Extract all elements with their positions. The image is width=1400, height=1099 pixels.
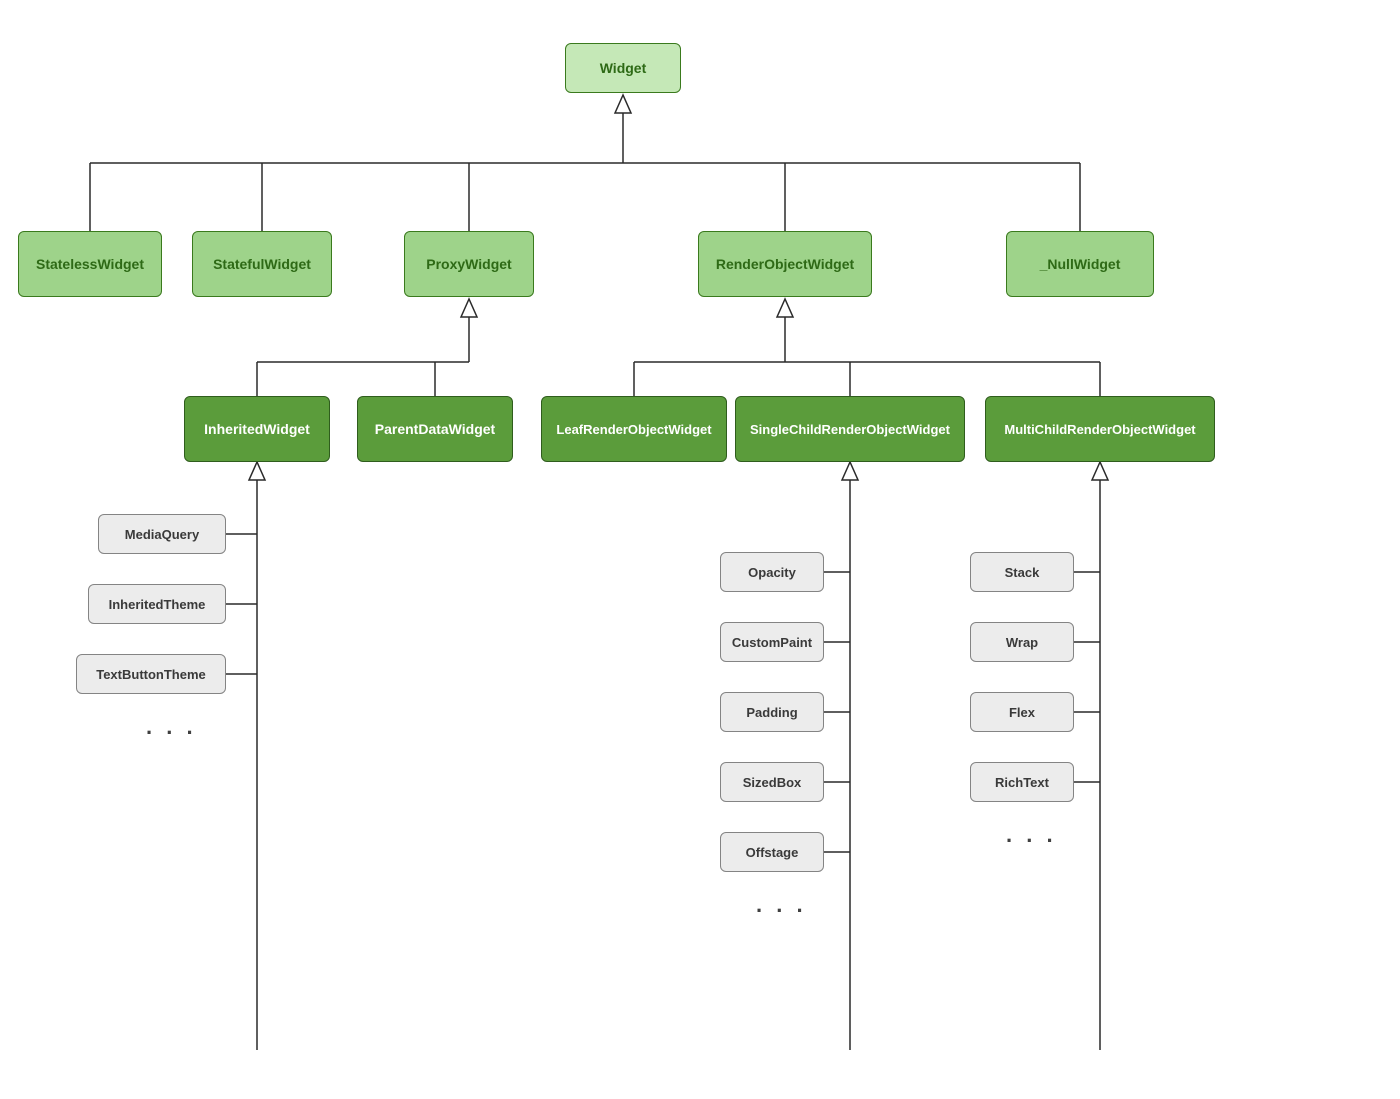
- node-padding[interactable]: Padding: [720, 692, 824, 732]
- node-proxywidget[interactable]: ProxyWidget: [404, 231, 534, 297]
- node-nullwidget[interactable]: _NullWidget: [1006, 231, 1154, 297]
- ellipsis-singlechild: . . .: [756, 892, 807, 918]
- node-sizedbox[interactable]: SizedBox: [720, 762, 824, 802]
- node-renderobjectwidget[interactable]: RenderObjectWidget: [698, 231, 872, 297]
- node-statefulwidget[interactable]: StatefulWidget: [192, 231, 332, 297]
- node-multichildrenderobjectwidget[interactable]: MultiChildRenderObjectWidget: [985, 396, 1215, 462]
- node-mediaquery[interactable]: MediaQuery: [98, 514, 226, 554]
- node-wrap[interactable]: Wrap: [970, 622, 1074, 662]
- node-opacity[interactable]: Opacity: [720, 552, 824, 592]
- node-leafrenderobjectwidget[interactable]: LeafRenderObjectWidget: [541, 396, 727, 462]
- ellipsis-inherited: . . .: [146, 714, 197, 740]
- node-custompaint[interactable]: CustomPaint: [720, 622, 824, 662]
- node-inheritedwidget[interactable]: InheritedWidget: [184, 396, 330, 462]
- node-flex[interactable]: Flex: [970, 692, 1074, 732]
- node-offstage[interactable]: Offstage: [720, 832, 824, 872]
- node-statelesswidget[interactable]: StatelessWidget: [18, 231, 162, 297]
- ellipsis-multichild: . . .: [1006, 822, 1057, 848]
- node-textbuttontheme[interactable]: TextButtonTheme: [76, 654, 226, 694]
- node-parentdatawidget[interactable]: ParentDataWidget: [357, 396, 513, 462]
- node-singlechildrenderobjectwidget[interactable]: SingleChildRenderObjectWidget: [735, 396, 965, 462]
- node-widget[interactable]: Widget: [565, 43, 681, 93]
- node-inheritedtheme[interactable]: InheritedTheme: [88, 584, 226, 624]
- node-stack[interactable]: Stack: [970, 552, 1074, 592]
- node-richtext[interactable]: RichText: [970, 762, 1074, 802]
